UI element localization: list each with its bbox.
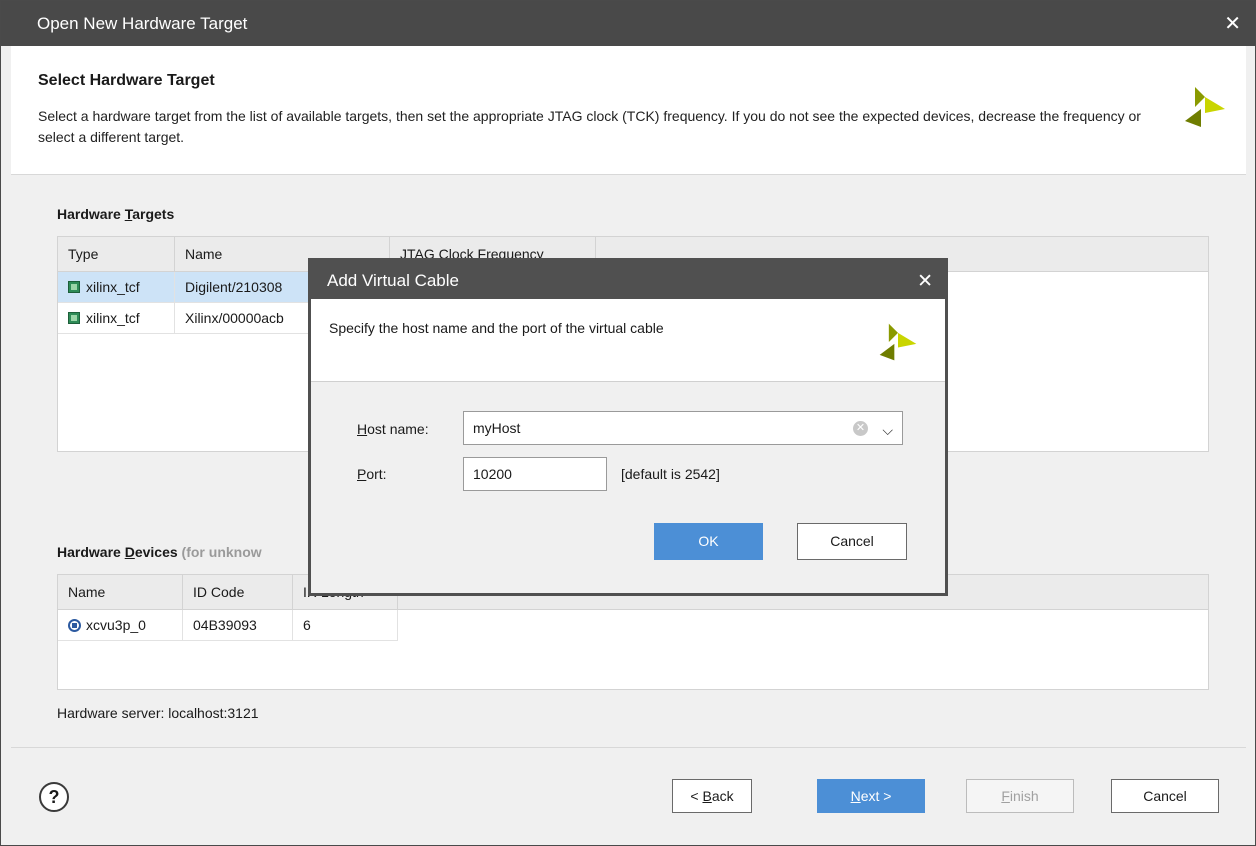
dialog-body: Host name: myHost ✕ ⌵ Port: 10200 [defau…: [311, 382, 945, 593]
wizard-header: Select Hardware Target Select a hardware…: [11, 46, 1246, 175]
next-button[interactable]: Next >: [817, 779, 925, 813]
port-label: Port:: [357, 466, 387, 482]
device-chip-icon: [68, 619, 81, 632]
device-idcode-cell: 04B39093: [183, 610, 293, 641]
host-name-value: myHost: [473, 420, 521, 436]
dialog-description: Specify the host name and the port of th…: [329, 320, 664, 336]
column-header-type[interactable]: Type: [58, 237, 175, 271]
dialog-cancel-button[interactable]: Cancel: [797, 523, 907, 560]
target-type-cell: xilinx_tcf: [58, 303, 175, 334]
port-input[interactable]: 10200: [463, 457, 607, 491]
device-irlength-cell: 6: [293, 610, 398, 641]
close-icon[interactable]: ✕: [1224, 11, 1241, 36]
dialog-header: Specify the host name and the port of th…: [311, 299, 945, 382]
board-chip-icon: [68, 312, 80, 324]
board-chip-icon: [68, 281, 80, 293]
ok-button[interactable]: OK: [654, 523, 763, 560]
page-title: Select Hardware Target: [38, 72, 215, 89]
add-virtual-cable-dialog: Add Virtual Cable ✕ Specify the host nam…: [308, 258, 948, 596]
help-icon[interactable]: ?: [39, 782, 69, 812]
vivado-logo-icon: [879, 323, 917, 361]
wizard-footer: ? < Back Next > Finish Cancel: [11, 747, 1246, 838]
column-header-name[interactable]: Name: [58, 575, 183, 609]
window-title: Open New Hardware Target: [37, 14, 248, 33]
device-name-cell: xcvu3p_0: [58, 610, 183, 641]
page-description: Select a hardware target from the list o…: [38, 108, 1141, 145]
column-header-id-code[interactable]: ID Code: [183, 575, 293, 609]
window-titlebar: Open New Hardware Target ✕: [1, 1, 1255, 46]
dialog-title: Add Virtual Cable: [327, 271, 459, 290]
dialog-titlebar: Add Virtual Cable ✕: [311, 261, 945, 299]
host-name-label: Host name:: [357, 421, 429, 437]
hardware-targets-label: Hardware Targets: [57, 206, 175, 222]
hardware-devices-label: Hardware Devices (for unknow: [57, 544, 262, 560]
cancel-button[interactable]: Cancel: [1111, 779, 1219, 813]
chevron-down-icon[interactable]: ⌵: [882, 414, 893, 446]
finish-button[interactable]: Finish: [966, 779, 1074, 813]
dialog-close-icon[interactable]: ✕: [917, 270, 933, 293]
target-type-cell: xilinx_tcf: [58, 272, 175, 303]
port-default-hint: [default is 2542]: [621, 466, 720, 482]
hardware-server-status: Hardware server: localhost:3121: [57, 705, 259, 721]
back-button[interactable]: < Back: [672, 779, 752, 813]
clear-icon[interactable]: ✕: [853, 421, 868, 436]
host-name-combobox[interactable]: myHost ✕ ⌵: [463, 411, 903, 445]
vivado-logo-icon: [1185, 87, 1225, 127]
table-row[interactable]: xcvu3p_0 04B39093 6: [58, 610, 398, 641]
